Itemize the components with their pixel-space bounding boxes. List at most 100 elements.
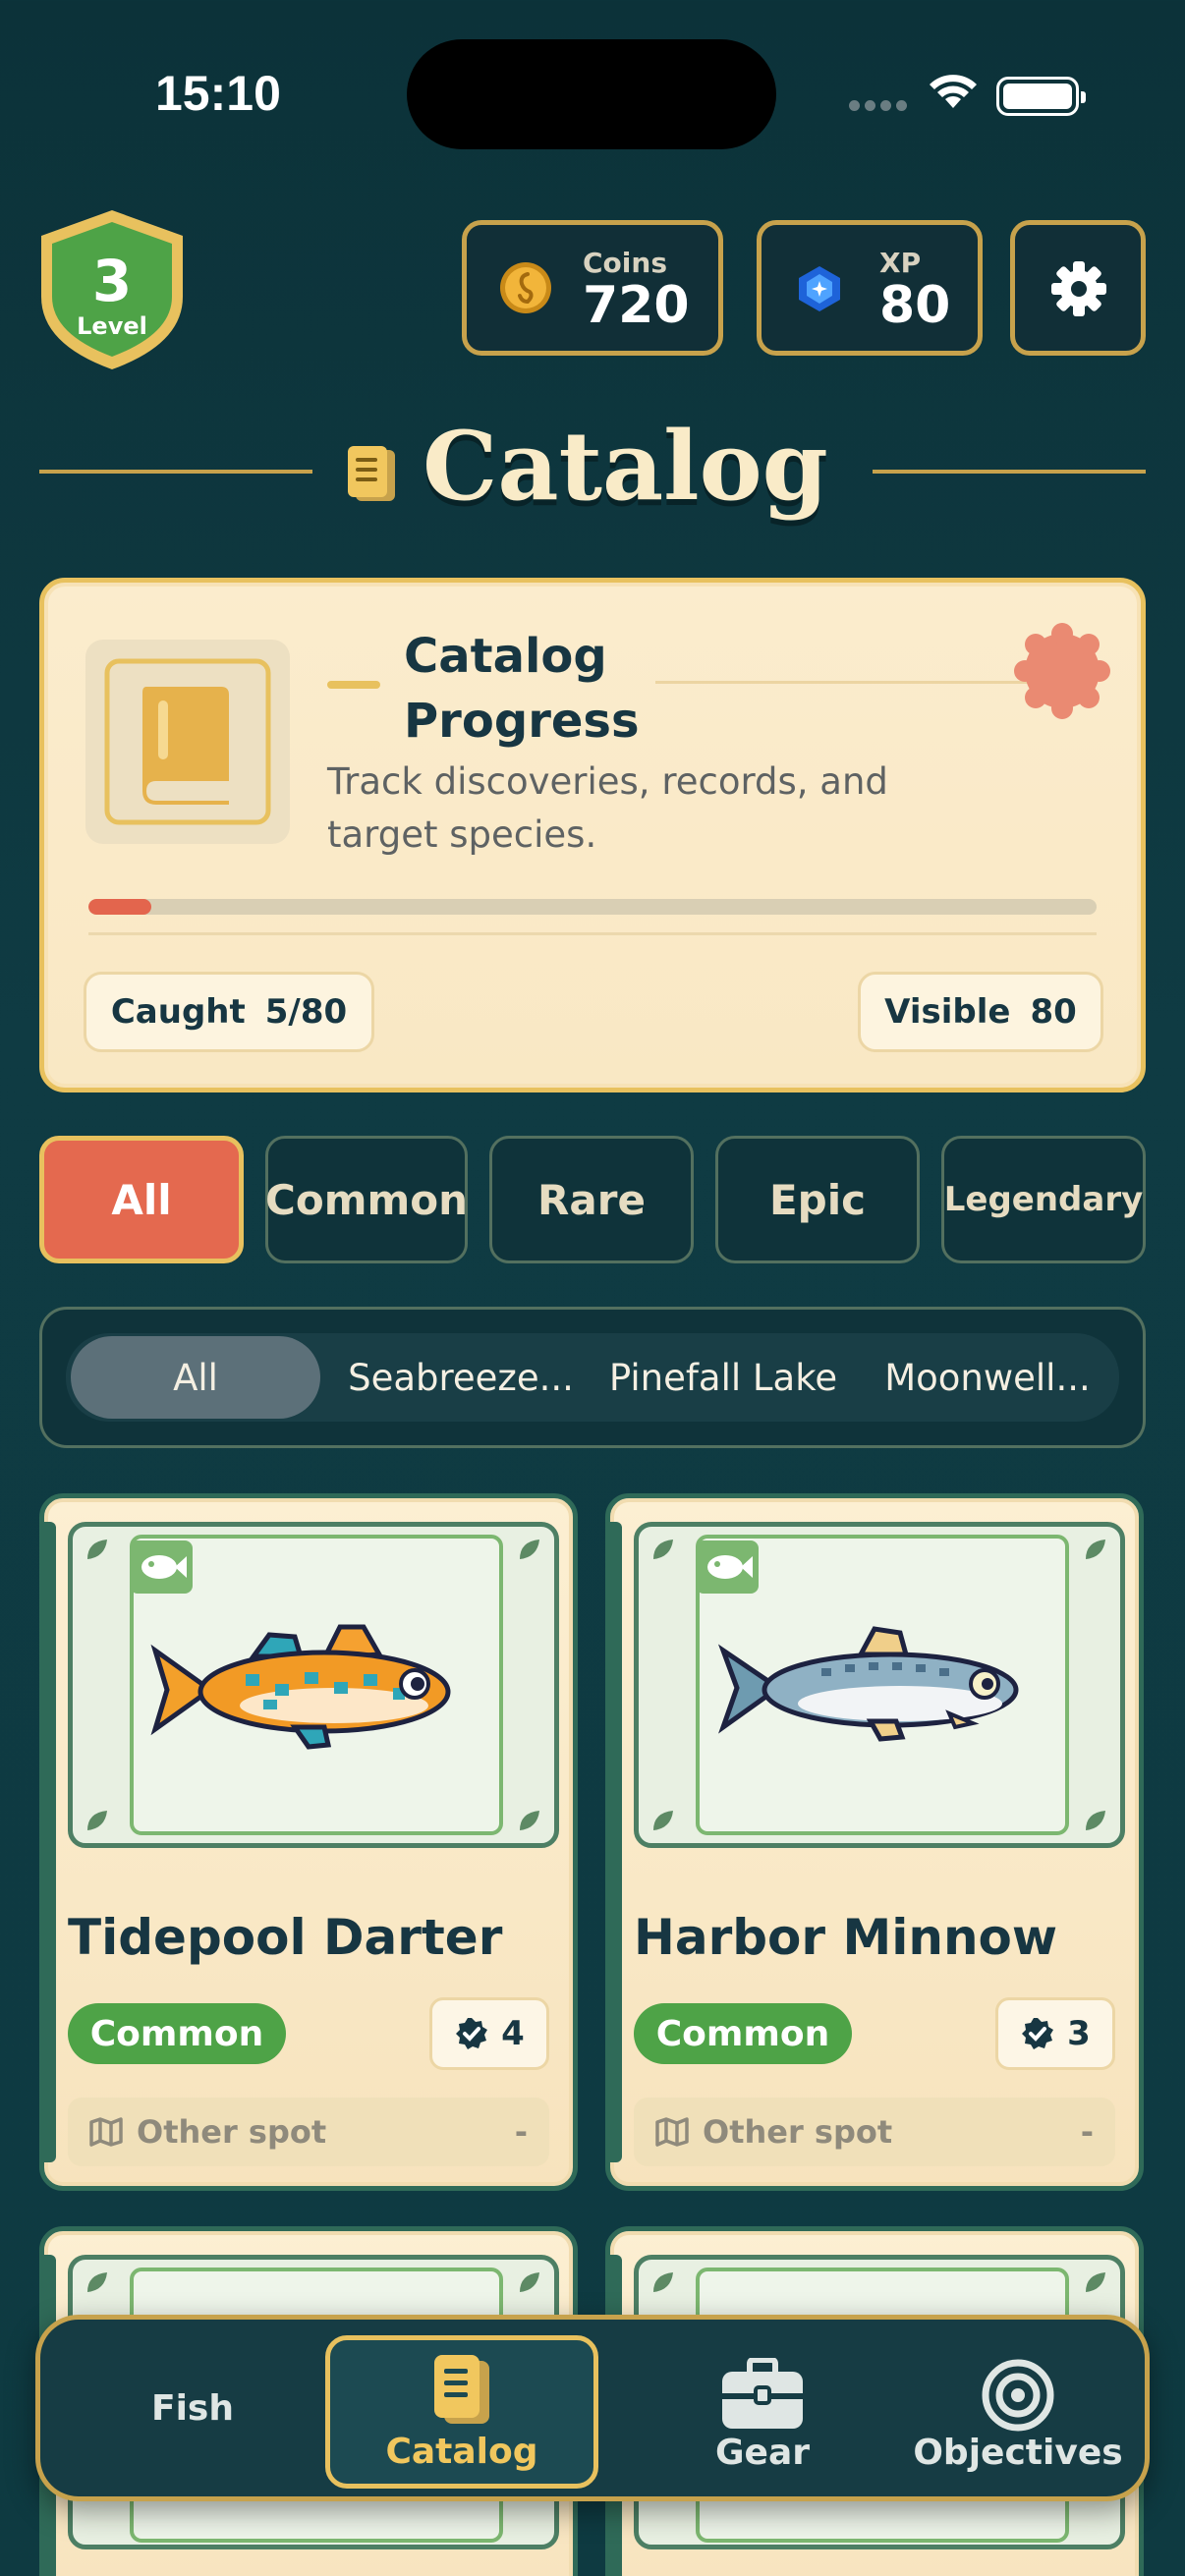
xp-label: XP bbox=[879, 247, 922, 279]
catalog-icon bbox=[348, 446, 395, 501]
title-rule bbox=[655, 681, 1058, 684]
leaf-icon bbox=[87, 1540, 107, 1559]
toolbox-icon bbox=[722, 2357, 803, 2429]
leaf-icon bbox=[520, 2272, 539, 2292]
nav-item-gear[interactable]: Gear bbox=[630, 2320, 895, 2496]
leaf-icon bbox=[520, 1811, 539, 1830]
coin-icon bbox=[500, 262, 551, 313]
rarity-tab-legendary[interactable]: Legendary bbox=[941, 1136, 1146, 1263]
visible-label: Visible bbox=[884, 992, 1011, 1032]
level-number: 3 bbox=[91, 248, 133, 314]
nav-item-catalog[interactable]: Catalog bbox=[325, 2335, 598, 2489]
harbor-minnow-illustration bbox=[717, 1626, 1019, 1742]
fish-badge bbox=[130, 1540, 193, 1594]
fish-art-frame bbox=[634, 1522, 1125, 1848]
leaf-icon bbox=[1086, 1811, 1105, 1830]
spot-value: - bbox=[514, 2113, 528, 2151]
leaf-icon bbox=[653, 1540, 673, 1559]
xp-counter[interactable]: XP 80 bbox=[757, 220, 983, 356]
fish-icon bbox=[707, 1555, 753, 1579]
level-label: Level bbox=[77, 312, 147, 340]
status-time: 15:10 bbox=[155, 66, 281, 121]
visible-value: 80 bbox=[1030, 992, 1077, 1032]
signal-dots-icon bbox=[849, 100, 908, 112]
rarity-tab-all[interactable]: All bbox=[39, 1136, 244, 1263]
map-icon bbox=[89, 2117, 123, 2147]
tidepool-darter-illustration bbox=[150, 1624, 451, 1750]
visible-chip: Visible 80 bbox=[858, 972, 1103, 1052]
level-badge[interactable]: 3 Level bbox=[35, 206, 189, 373]
nav-catalog-label: Catalog bbox=[385, 2431, 538, 2472]
title-divider-right bbox=[873, 470, 1146, 474]
spot-row: Other spot - bbox=[634, 2098, 1115, 2166]
leaf-icon bbox=[653, 2272, 673, 2292]
rarity-tab-rare[interactable]: Rare bbox=[489, 1136, 694, 1263]
caught-value: 5/80 bbox=[264, 992, 348, 1032]
location-tab-pinefall-lake[interactable]: Pinefall Lake bbox=[595, 1336, 851, 1419]
leaf-icon bbox=[520, 1540, 539, 1559]
catalog-icon bbox=[434, 2354, 489, 2424]
catch-count-value: 3 bbox=[1067, 2014, 1091, 2053]
fish-card[interactable]: Tidepool Darter Common 4 Other spot - bbox=[39, 1493, 578, 2191]
verified-badge-icon bbox=[1022, 2018, 1054, 2049]
page-title: Catalog bbox=[423, 411, 828, 522]
book-icon bbox=[104, 658, 271, 825]
fish-art-frame bbox=[68, 1522, 559, 1848]
settings-button[interactable] bbox=[1010, 220, 1146, 356]
location-tab-seabreeze[interactable]: Seabreeze... bbox=[332, 1336, 590, 1419]
caught-label: Caught bbox=[110, 992, 246, 1032]
gear-icon bbox=[1051, 261, 1106, 316]
caught-chip: Caught 5/80 bbox=[84, 972, 374, 1052]
spot-row: Other spot - bbox=[68, 2098, 549, 2166]
battery-icon bbox=[996, 77, 1086, 116]
gem-icon bbox=[799, 266, 840, 311]
leaf-icon bbox=[87, 1811, 107, 1830]
catch-count: 3 bbox=[995, 1997, 1115, 2070]
fish-badge bbox=[696, 1540, 759, 1594]
nav-item-objectives[interactable]: Objectives bbox=[895, 2320, 1141, 2496]
wifi-icon bbox=[930, 75, 977, 108]
book-tile bbox=[85, 640, 290, 844]
map-icon bbox=[655, 2117, 689, 2147]
wax-seal-icon bbox=[1014, 623, 1110, 719]
fish-name: Tidepool Darter bbox=[68, 1909, 503, 1966]
bottom-nav: Fish Catalog Gear Objectives bbox=[35, 2315, 1150, 2501]
nav-gear-label: Gear bbox=[714, 2432, 810, 2473]
nav-fish-label: Fish bbox=[151, 2387, 234, 2429]
catch-count-value: 4 bbox=[501, 2014, 525, 2053]
verified-badge-icon bbox=[456, 2018, 488, 2049]
leaf-icon bbox=[1086, 1540, 1105, 1559]
dynamic-island bbox=[407, 39, 776, 149]
catch-count: 4 bbox=[429, 1997, 549, 2070]
title-divider-left bbox=[39, 470, 312, 474]
fish-icon bbox=[141, 1555, 187, 1579]
rarity-tab-common[interactable]: Common bbox=[265, 1136, 468, 1263]
spot-value: - bbox=[1080, 2113, 1094, 2151]
fish-card[interactable]: Harbor Minnow Common 3 Other spot - bbox=[605, 1493, 1144, 2191]
rarity-pill: Common bbox=[68, 2003, 286, 2064]
rarity-tab-epic[interactable]: Epic bbox=[715, 1136, 920, 1263]
nav-objectives-label: Objectives bbox=[913, 2432, 1123, 2473]
progress-fill bbox=[88, 899, 152, 915]
target-icon bbox=[982, 2359, 1054, 2431]
leaf-icon bbox=[87, 2272, 107, 2292]
leaf-icon bbox=[653, 1811, 673, 1830]
spot-label: Other spot bbox=[703, 2113, 893, 2151]
location-tab-moonwell[interactable]: Moonwell... bbox=[863, 1336, 1112, 1419]
coins-label: Coins bbox=[583, 247, 667, 279]
coins-counter[interactable]: Coins 720 bbox=[462, 220, 723, 356]
title-accent-dash bbox=[327, 681, 380, 689]
catalog-progress-bar bbox=[88, 899, 1097, 915]
xp-value: 80 bbox=[879, 276, 951, 335]
progress-title: Catalog Progress bbox=[404, 629, 640, 749]
spot-label: Other spot bbox=[137, 2113, 327, 2151]
leaf-icon bbox=[1086, 2272, 1105, 2292]
nav-item-fish[interactable]: Fish bbox=[60, 2320, 325, 2496]
divider bbox=[88, 932, 1097, 935]
coins-value: 720 bbox=[583, 276, 690, 335]
fish-name: Harbor Minnow bbox=[634, 1909, 1058, 1966]
progress-subtitle: Track discoveries, records, and target s… bbox=[327, 760, 888, 856]
location-tab-all[interactable]: All bbox=[71, 1336, 320, 1419]
catalog-progress-card: Catalog Progress Track discoveries, reco… bbox=[39, 578, 1146, 1092]
rarity-pill: Common bbox=[634, 2003, 852, 2064]
